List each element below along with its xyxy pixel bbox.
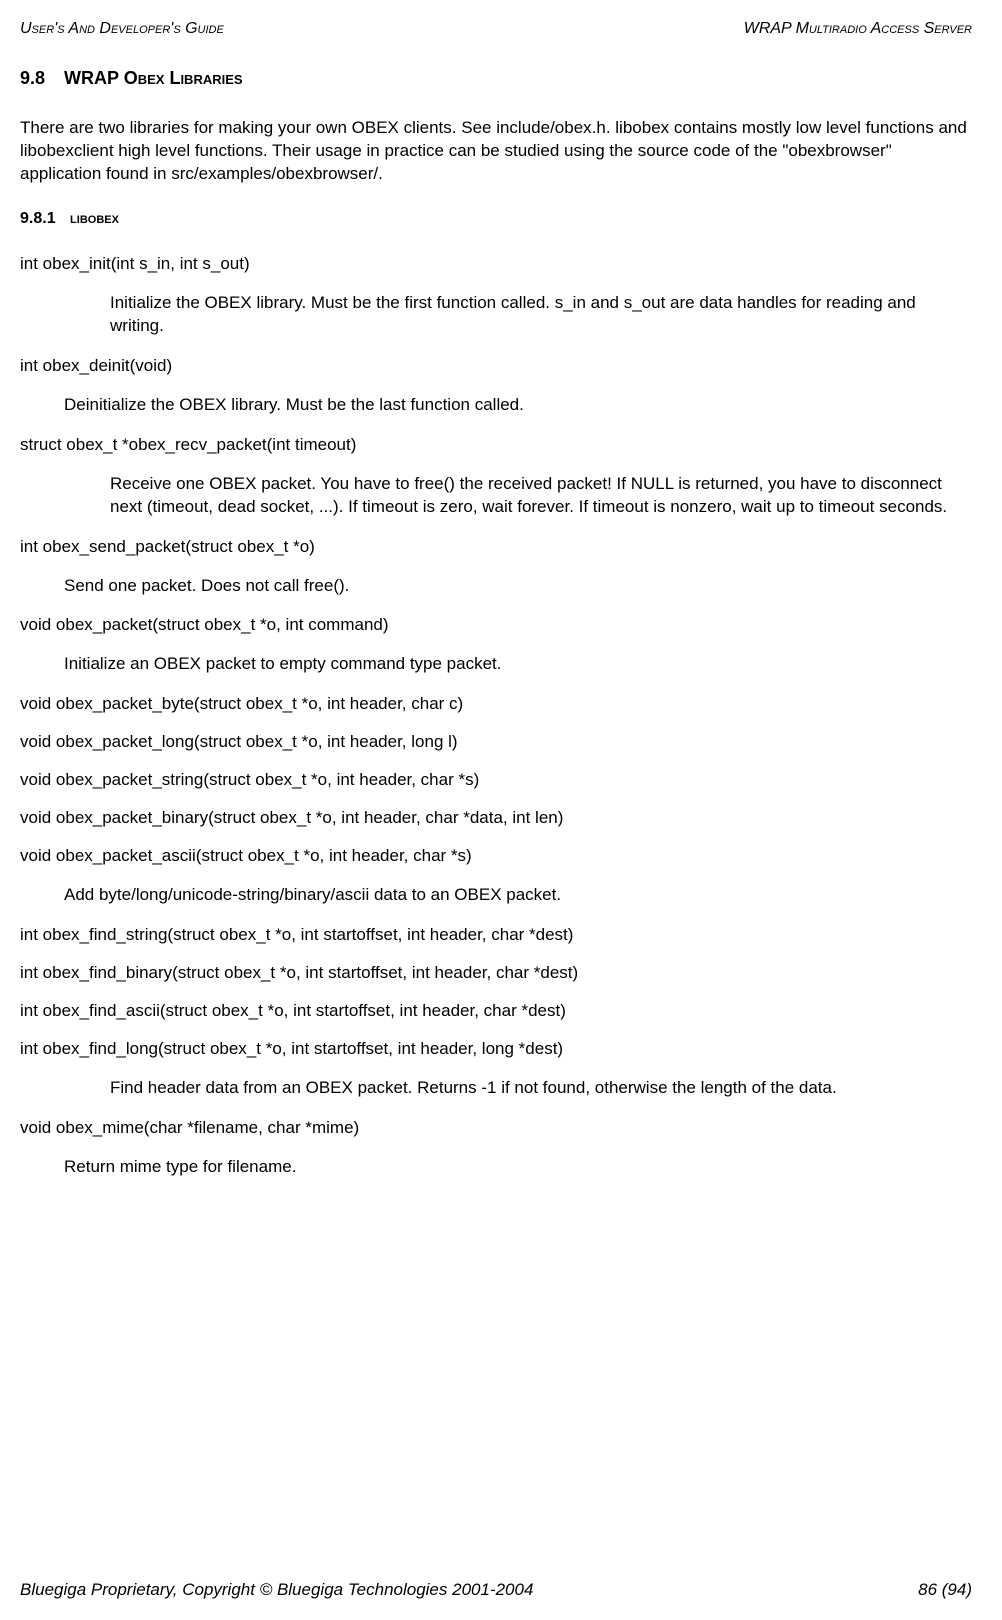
- function-description: Return mime type for filename.: [64, 1156, 972, 1179]
- function-signature: int obex_find_binary(struct obex_t *o, i…: [20, 963, 972, 983]
- function-signature: void obex_packet(struct obex_t *o, int c…: [20, 615, 972, 635]
- function-description: Initialize the OBEX library. Must be the…: [110, 292, 972, 338]
- subsection-text: libobex: [70, 210, 119, 227]
- function-description: Send one packet. Does not call free().: [64, 575, 972, 598]
- function-signature: int obex_init(int s_in, int s_out): [20, 254, 972, 274]
- function-signature: void obex_packet_binary(struct obex_t *o…: [20, 808, 972, 828]
- page-footer: Bluegiga Proprietary, Copyright © Bluegi…: [20, 1580, 972, 1600]
- function-signature: int obex_find_ascii(struct obex_t *o, in…: [20, 1001, 972, 1021]
- footer-left: Bluegiga Proprietary, Copyright © Bluegi…: [20, 1580, 533, 1600]
- function-description: Find header data from an OBEX packet. Re…: [110, 1077, 972, 1100]
- function-signature: void obex_mime(char *filename, char *mim…: [20, 1118, 972, 1138]
- function-signature: int obex_find_long(struct obex_t *o, int…: [20, 1039, 972, 1059]
- function-signature: void obex_packet_long(struct obex_t *o, …: [20, 732, 972, 752]
- function-description: Initialize an OBEX packet to empty comma…: [64, 653, 972, 676]
- section-text: WRAP Obex Libraries: [64, 68, 243, 88]
- header-right: WRAP Multiradio Access Server: [744, 20, 972, 38]
- section-number: 9.8: [20, 68, 45, 88]
- footer-right: 86 (94): [918, 1580, 972, 1600]
- function-list: int obex_init(int s_in, int s_out) Initia…: [20, 254, 972, 1179]
- subsection-number: 9.8.1: [20, 210, 56, 227]
- function-description: Deinitialize the OBEX library. Must be t…: [64, 394, 972, 417]
- function-signature: void obex_packet_string(struct obex_t *o…: [20, 770, 972, 790]
- intro-paragraph: There are two libraries for making your …: [20, 117, 972, 186]
- function-signature: int obex_send_packet(struct obex_t *o): [20, 537, 972, 557]
- function-description: Add byte/long/unicode-string/binary/asci…: [64, 884, 972, 907]
- function-signature: int obex_deinit(void): [20, 356, 972, 376]
- function-signature: void obex_packet_ascii(struct obex_t *o,…: [20, 846, 972, 866]
- header-left: User's And Developer's Guide: [20, 20, 224, 38]
- function-description: Receive one OBEX packet. You have to fre…: [110, 473, 972, 519]
- subsection-title: 9.8.1 libobex: [20, 210, 972, 228]
- function-signature: struct obex_t *obex_recv_packet(int time…: [20, 435, 972, 455]
- function-signature: int obex_find_string(struct obex_t *o, i…: [20, 925, 972, 945]
- page-header: User's And Developer's Guide WRAP Multir…: [20, 20, 972, 38]
- section-title: 9.8 WRAP Obex Libraries: [20, 68, 972, 89]
- function-signature: void obex_packet_byte(struct obex_t *o, …: [20, 694, 972, 714]
